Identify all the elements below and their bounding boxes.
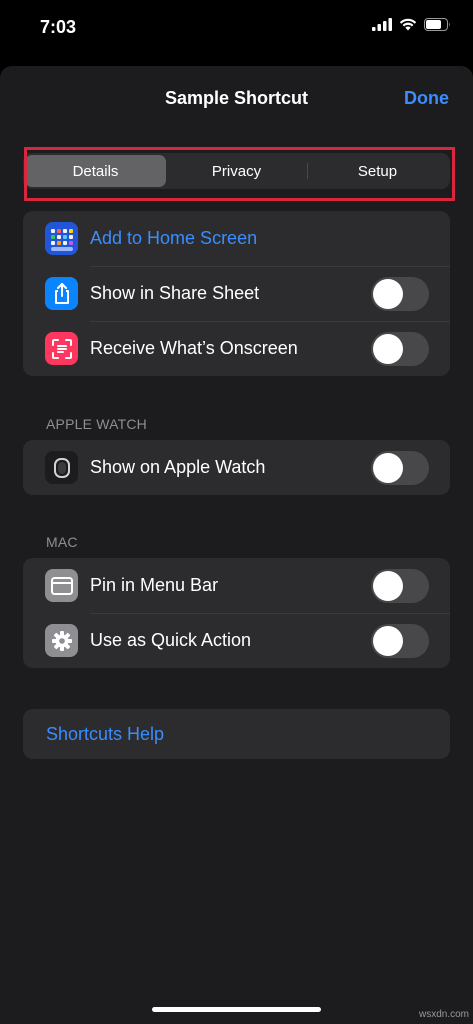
show-in-share-sheet-row: Show in Share Sheet bbox=[23, 266, 450, 321]
share-sheet-toggle[interactable] bbox=[371, 277, 429, 311]
add-to-home-screen-row[interactable]: Add to Home Screen bbox=[23, 211, 450, 266]
help-group: Shortcuts Help bbox=[23, 709, 450, 759]
tab-privacy[interactable]: Privacy bbox=[166, 155, 307, 187]
menu-bar-icon bbox=[45, 569, 78, 602]
shortcut-details-sheet: Sample Shortcut Done Details Privacy Set… bbox=[0, 66, 473, 1024]
pin-in-menu-bar-label: Pin in Menu Bar bbox=[90, 575, 219, 595]
wifi-icon bbox=[399, 18, 417, 36]
menu-bar-toggle[interactable] bbox=[371, 569, 429, 603]
mac-section-header: MAC bbox=[46, 534, 78, 550]
home-indicator bbox=[152, 1007, 321, 1012]
toggle-knob bbox=[373, 571, 403, 601]
apple-watch-icon bbox=[45, 451, 78, 484]
use-as-quick-action-label: Use as Quick Action bbox=[90, 630, 252, 650]
apple-watch-toggle[interactable] bbox=[371, 451, 429, 485]
toggle-knob bbox=[373, 334, 403, 364]
share-icon bbox=[45, 277, 78, 310]
sheet-title: Sample Shortcut bbox=[164, 88, 309, 108]
details-segmented-control: Details Privacy Setup bbox=[23, 153, 450, 189]
status-time: 7:03 bbox=[40, 17, 77, 37]
apple-watch-section-header: APPLE WATCH bbox=[46, 416, 147, 432]
cellular-signal-icon bbox=[372, 18, 392, 36]
status-icons bbox=[372, 18, 451, 36]
done-button[interactable]: Done bbox=[404, 88, 449, 109]
watermark: wsxdn.com bbox=[418, 1009, 469, 1020]
show-on-apple-watch-label: Show on Apple Watch bbox=[90, 457, 266, 477]
home-screen-icon bbox=[45, 222, 78, 255]
scan-text-icon bbox=[45, 332, 78, 365]
add-to-home-screen-label: Add to Home Screen bbox=[90, 228, 258, 248]
mac-group: Pin in Menu Bar Use as Quick Action bbox=[23, 558, 450, 668]
receive-onscreen-toggle[interactable] bbox=[371, 332, 429, 366]
battery-icon bbox=[424, 18, 451, 36]
shortcuts-help-link[interactable]: Shortcuts Help bbox=[46, 724, 164, 745]
tab-setup[interactable]: Setup bbox=[307, 155, 448, 187]
show-in-share-sheet-label: Show in Share Sheet bbox=[90, 283, 260, 303]
pin-in-menu-bar-row: Pin in Menu Bar bbox=[23, 558, 450, 613]
show-on-apple-watch-row: Show on Apple Watch bbox=[23, 440, 450, 495]
toggle-knob bbox=[373, 626, 403, 656]
tab-details[interactable]: Details bbox=[25, 155, 166, 187]
gear-icon bbox=[45, 624, 78, 657]
receive-onscreen-row: Receive What’s Onscreen bbox=[23, 321, 450, 376]
receive-onscreen-label: Receive What’s Onscreen bbox=[90, 338, 298, 358]
use-as-quick-action-row: Use as Quick Action bbox=[23, 613, 450, 668]
apple-watch-group: Show on Apple Watch bbox=[23, 440, 450, 495]
details-group: Add to Home Screen Show in Share Sheet R bbox=[23, 211, 450, 376]
toggle-knob bbox=[373, 279, 403, 309]
quick-action-toggle[interactable] bbox=[371, 624, 429, 658]
status-bar: 7:03 bbox=[0, 0, 473, 60]
toggle-knob bbox=[373, 453, 403, 483]
